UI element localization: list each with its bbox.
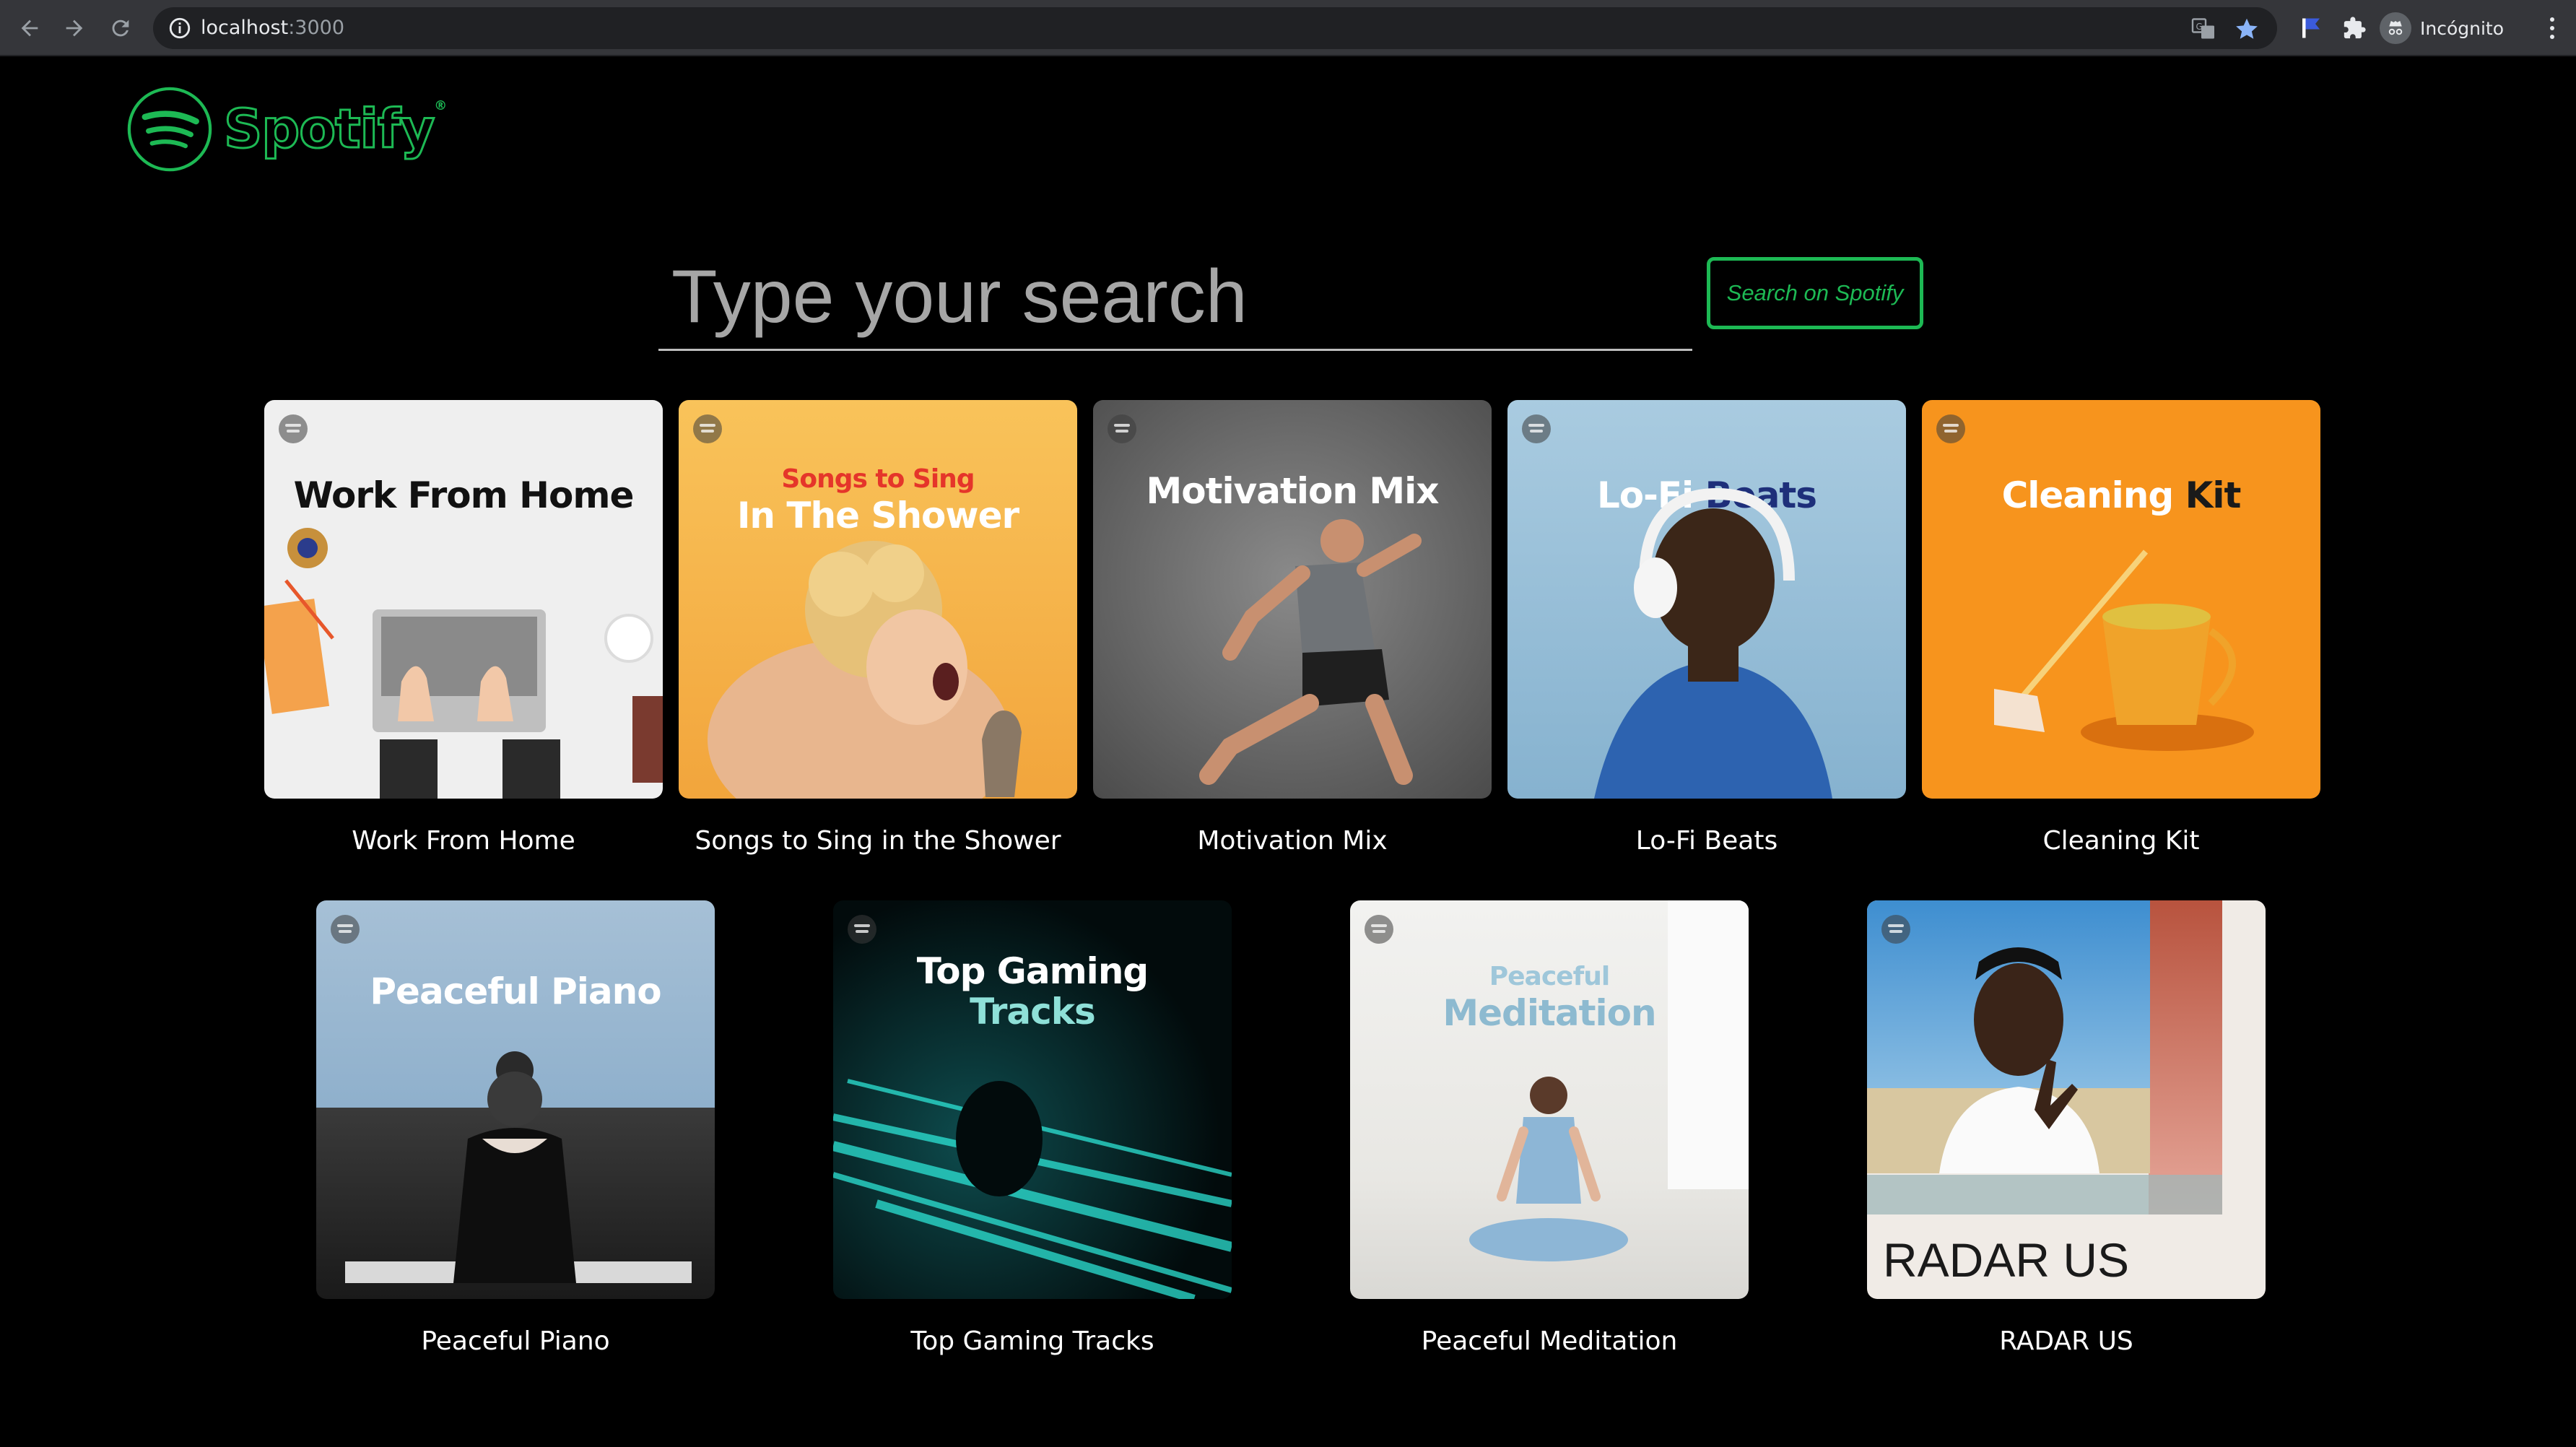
playlist-card[interactable]: Top Gaming Tracks Top Gaming Tracks [833, 900, 1232, 1356]
laptop-desk-art [264, 528, 663, 799]
playlist-cover[interactable]: Cleaning Kit [1922, 400, 2320, 799]
playlist-label[interactable]: Lo-Fi Beats [1507, 826, 1906, 856]
spotify-mark-icon [127, 87, 212, 172]
pianist-art [345, 1051, 692, 1283]
meditation-art [1469, 900, 1749, 1261]
playlist-cover[interactable]: Lo-Fi Beats [1507, 400, 1906, 799]
incognito-icon [2380, 12, 2411, 44]
singer-art [708, 541, 1022, 799]
playlist-label[interactable]: Top Gaming Tracks [833, 1326, 1232, 1356]
playlist-cover[interactable]: Peaceful Meditation [1350, 900, 1749, 1299]
forward-icon[interactable] [56, 10, 92, 46]
bookmark-star-icon[interactable] [2234, 16, 2260, 42]
playlist-card[interactable]: Peaceful Meditation Peaceful Meditation [1350, 900, 1749, 1356]
light-rays-art [833, 1079, 1232, 1299]
headphones-listener-art [1594, 487, 1832, 799]
playlist-label[interactable]: Cleaning Kit [1922, 826, 2320, 856]
playlist-label[interactable]: RADAR US [1867, 1326, 2266, 1356]
playlist-cover[interactable]: RADAR US [1867, 900, 2266, 1299]
browser-toolbar: localhost:3000 G Incógnito [0, 0, 2576, 56]
playlist-card[interactable]: Work From Home Work From Home [264, 400, 663, 856]
playlist-cover[interactable]: Peaceful Piano [316, 900, 715, 1299]
cover-title: RADAR US [1883, 1233, 2130, 1287]
incognito-profile[interactable]: Incógnito [2380, 10, 2504, 46]
playlist-label[interactable]: Motivation Mix [1093, 826, 1492, 856]
playlist-label[interactable]: Peaceful Meditation [1350, 1326, 1749, 1356]
address-bar[interactable]: localhost:3000 G [153, 7, 2277, 49]
reload-icon[interactable] [103, 10, 139, 46]
extensions-puzzle-icon[interactable] [2339, 13, 2370, 43]
url-text[interactable]: localhost:3000 [201, 17, 344, 39]
playlist-label[interactable]: Peaceful Piano [316, 1326, 715, 1356]
playlist-card[interactable]: Songs to Sing In The Shower Songs to Sin… [679, 400, 1077, 856]
extension-flag-icon[interactable] [2296, 13, 2326, 43]
playlist-cover[interactable]: Songs to Sing In The Shower [679, 400, 1077, 799]
spotify-wordmark: Spotify® [222, 97, 447, 162]
playlist-label[interactable]: Songs to Sing in the Shower [679, 826, 1077, 856]
search-on-spotify-button[interactable]: Search on Spotify [1707, 257, 1923, 329]
svg-text:G: G [2196, 22, 2203, 32]
playlist-cover[interactable]: Motivation Mix [1093, 400, 1492, 799]
playlist-card[interactable]: Peaceful Piano Peaceful Piano [316, 900, 715, 1356]
spotify-badge-icon [1881, 915, 1910, 944]
back-icon[interactable] [12, 10, 48, 46]
playlist-card[interactable]: RADAR US RADAR US [1867, 900, 2266, 1356]
playlist-label[interactable]: Work From Home [264, 826, 663, 856]
site-info-icon[interactable] [167, 16, 192, 40]
browser-menu-icon[interactable] [2541, 13, 2563, 43]
playlist-card[interactable]: Motivation Mix Motivation Mix [1093, 400, 1492, 856]
search-field [658, 245, 1692, 351]
playlist-card[interactable]: Cleaning Kit Cleaning Kit [1922, 400, 2320, 856]
playlist-cover[interactable]: Work From Home [264, 400, 663, 799]
profile-label: Incógnito [2420, 17, 2505, 39]
playlist-cover[interactable]: Top Gaming Tracks [833, 900, 1232, 1299]
bucket-mop-art [1994, 549, 2254, 751]
playlist-card[interactable]: Lo-Fi Beats Lo-Fi Beats [1507, 400, 1906, 856]
spotify-logo: Spotify® [126, 84, 447, 175]
runner-art [1199, 519, 1422, 785]
translate-icon[interactable]: G [2190, 16, 2216, 42]
search-input[interactable] [671, 250, 1682, 344]
